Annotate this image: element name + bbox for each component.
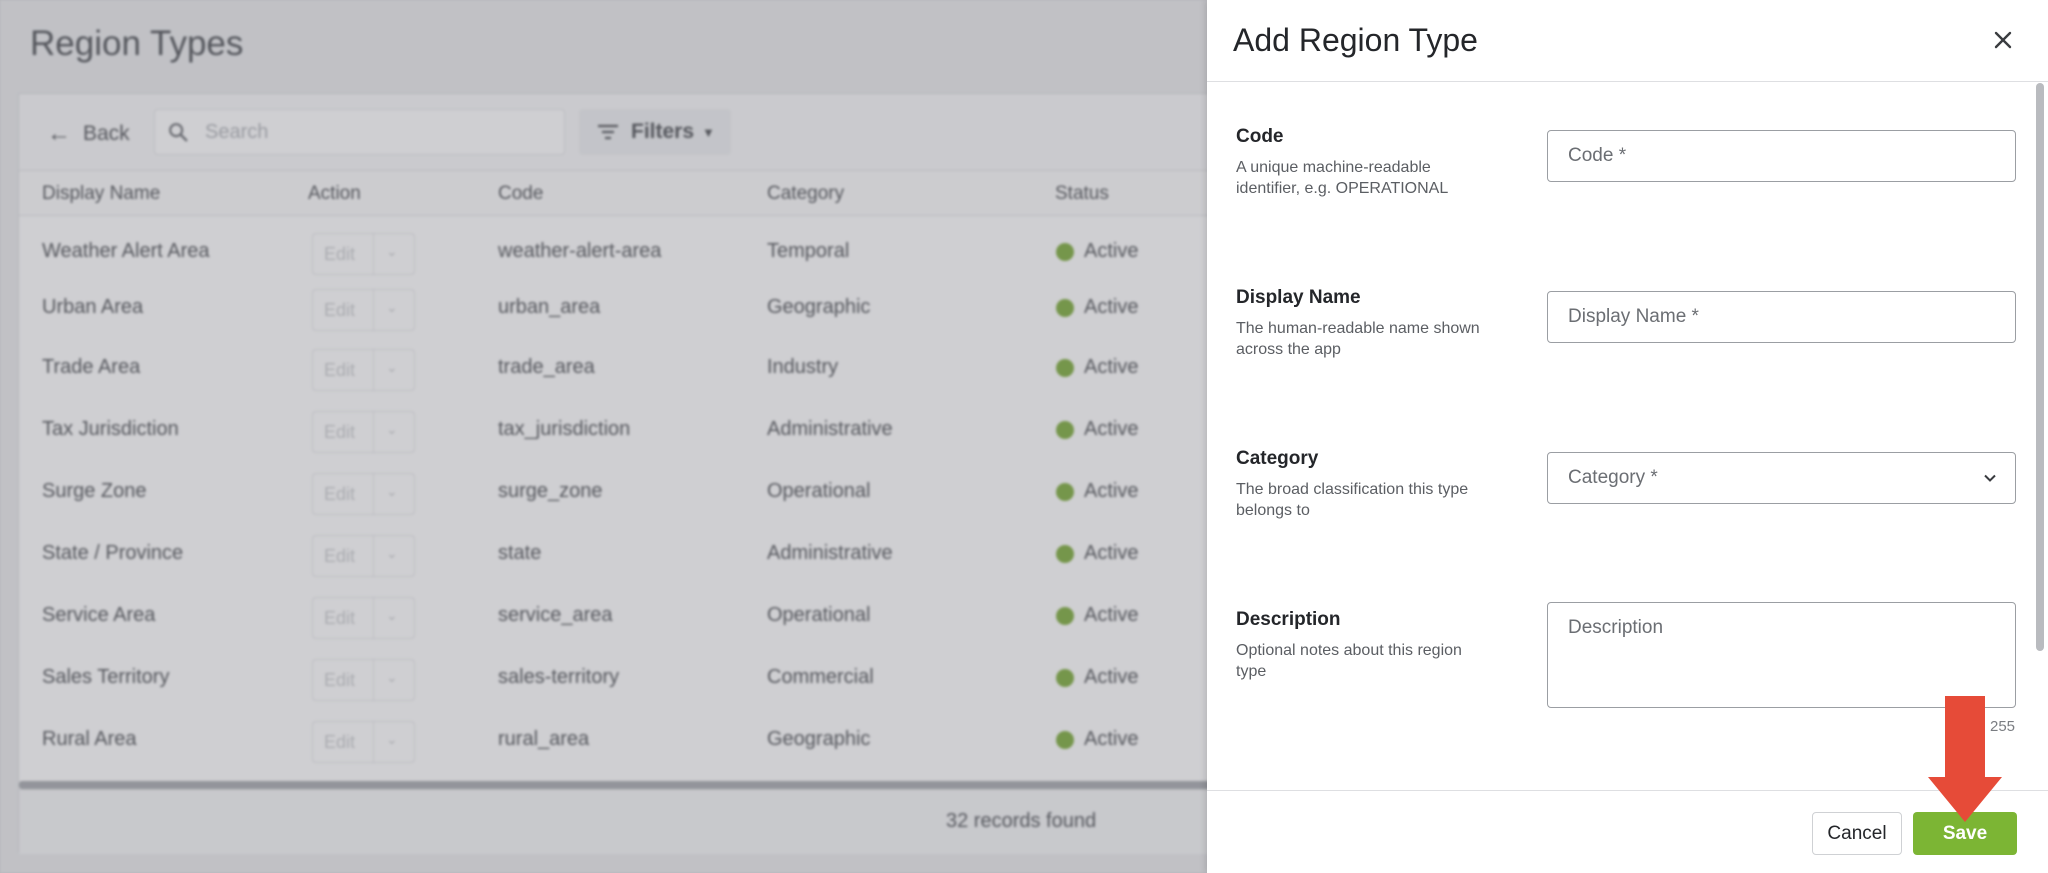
category-help-text: The broad classification this type belon… xyxy=(1236,481,1469,519)
code-help-text: A unique machine-readable identifier, e.… xyxy=(1236,159,1449,197)
drawer-body: Code A unique machine-readable identifie… xyxy=(1207,83,2048,790)
chevron-down-icon xyxy=(1984,474,1996,482)
display-name-help-text: The human-readable name shown across the… xyxy=(1236,320,1480,358)
category-select[interactable]: Category * xyxy=(1547,452,2016,504)
description-help-text: Optional notes about this region type xyxy=(1236,642,1462,680)
code-placeholder: Code * xyxy=(1568,145,1627,166)
category-placeholder: Category * xyxy=(1568,467,1658,488)
drawer-scrollbar[interactable] xyxy=(2036,83,2044,651)
cancel-button[interactable]: Cancel xyxy=(1812,812,1902,855)
description-label: Description xyxy=(1236,609,1341,630)
drawer-title: Add Region Type xyxy=(1233,22,1478,58)
description-textarea[interactable]: Description xyxy=(1547,602,2016,708)
description-placeholder: Description xyxy=(1568,617,1664,638)
code-label: Code xyxy=(1236,126,1284,147)
add-region-type-drawer: Add Region Type Code A unique machine-re… xyxy=(1207,0,2048,873)
category-label: Category xyxy=(1236,448,1319,469)
display-name-placeholder: Display Name * xyxy=(1568,306,1699,327)
drawer-header: Add Region Type xyxy=(1207,0,2048,82)
code-input[interactable]: Code * xyxy=(1547,130,2016,182)
modal-backdrop[interactable] xyxy=(0,0,1207,873)
annotation-arrow-icon xyxy=(1928,696,2002,822)
display-name-label: Display Name xyxy=(1236,287,1361,308)
drawer-footer: Cancel Save xyxy=(1207,790,2048,873)
close-icon[interactable] xyxy=(1985,22,2021,58)
display-name-input[interactable]: Display Name * xyxy=(1547,291,2016,343)
